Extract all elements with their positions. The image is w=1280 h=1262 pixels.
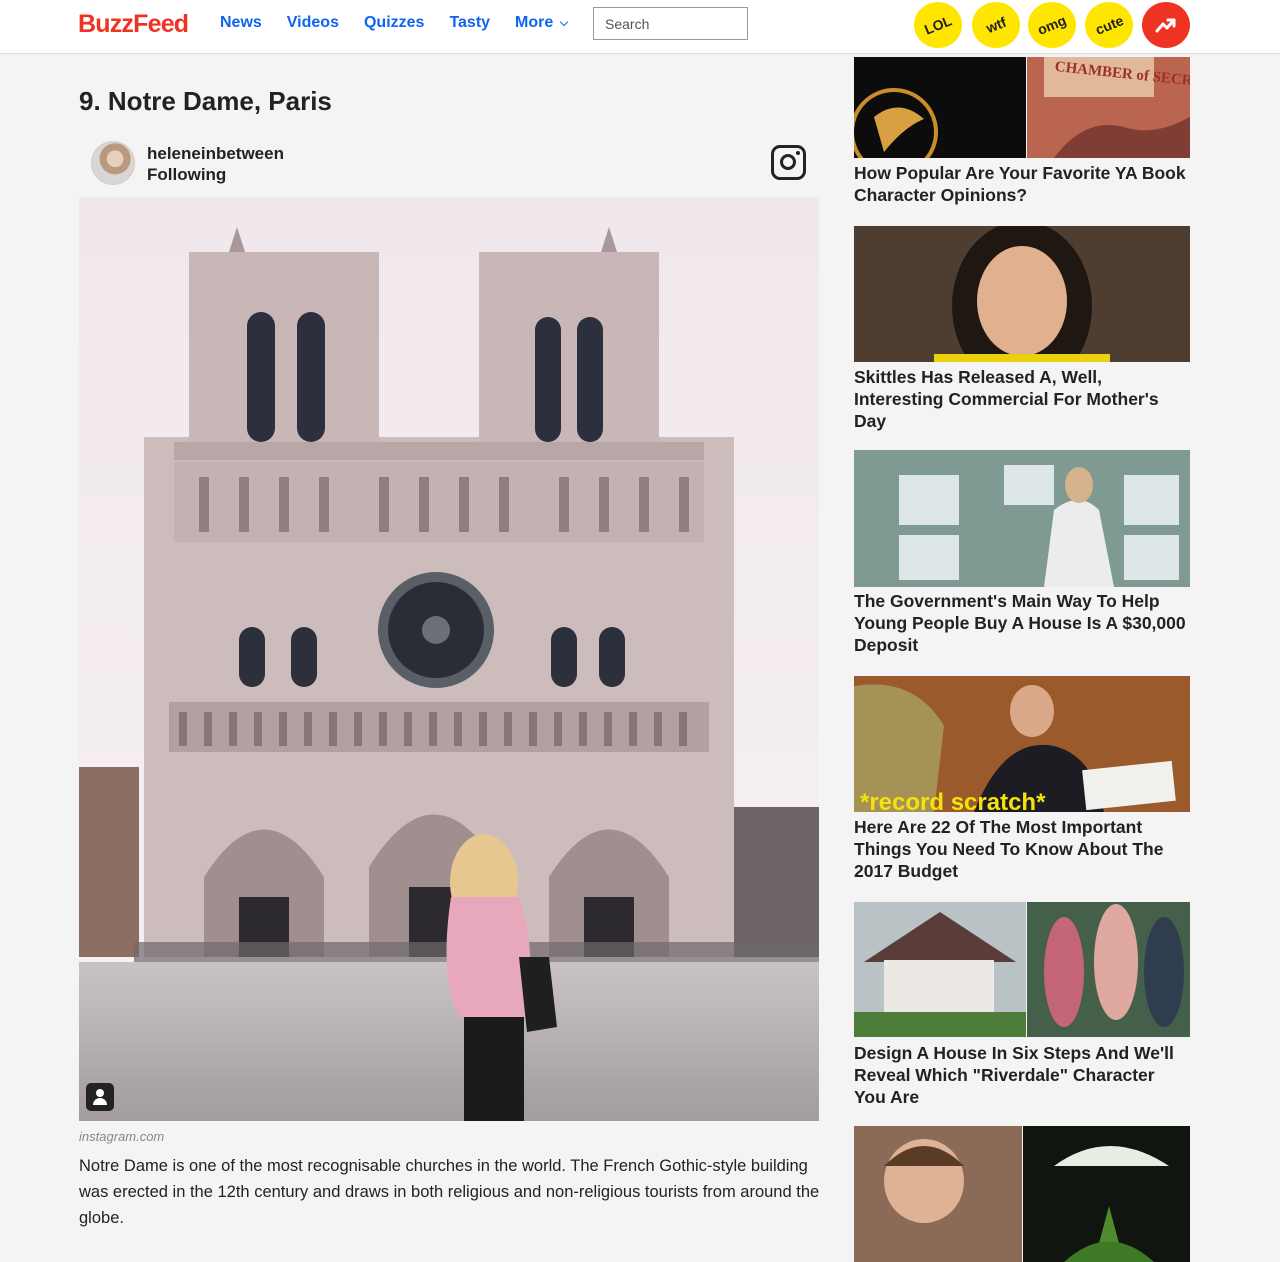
badge-wtf-label: wtf [983, 13, 1009, 37]
sidebar-item-2-title[interactable]: Skittles Has Released A, Well, Interesti… [854, 366, 1190, 432]
avatar[interactable] [91, 141, 135, 185]
user-tag-icon[interactable] [86, 1083, 114, 1111]
trending-arrow-icon [1155, 18, 1176, 33]
sidebar-thumb-2-image [854, 226, 1190, 362]
sidebar-thumb-3[interactable] [854, 450, 1190, 587]
notre-dame-illustration [79, 197, 819, 1121]
sidebar-thumb-6-image [854, 1126, 1190, 1262]
badge-lol-label: LOL [922, 12, 954, 38]
image-source-credit[interactable]: instagram.com [79, 1129, 164, 1144]
sidebar-thumb-5-image [854, 902, 1190, 1037]
sidebar-item-3-title[interactable]: The Government's Main Way To Help Young … [854, 590, 1190, 656]
sidebar-item-5-title[interactable]: Design A House In Six Steps And We'll Re… [854, 1042, 1190, 1108]
article-description: Notre Dame is one of the most recognisab… [79, 1157, 820, 1227]
sidebar-thumb-4-image: *record scratch* [854, 676, 1190, 812]
notre-dame-photo [79, 197, 819, 1121]
main-nav: News Videos Quizzes Tasty More [220, 14, 592, 32]
author-block: heleneinbetween Following [147, 143, 284, 185]
article-item-title: 9. Notre Dame, Paris [79, 86, 332, 116]
sidebar-thumb-2[interactable] [854, 226, 1190, 362]
sidebar-item-1-title[interactable]: How Popular Are Your Favorite YA Book Ch… [854, 162, 1190, 206]
search-input[interactable] [593, 7, 748, 40]
sidebar-thumb-1[interactable]: CHAMBER of SECRETS [854, 57, 1190, 158]
nav-tasty[interactable]: Tasty [449, 14, 490, 32]
badge-cute-label: cute [1092, 12, 1126, 38]
sidebar-thumb-4[interactable]: *record scratch* [854, 676, 1190, 812]
badge-omg-label: omg [1035, 12, 1069, 38]
sidebar-thumb-4-text: *record scratch* [860, 789, 1046, 812]
badge-wtf[interactable]: wtf [972, 2, 1020, 48]
trending-button[interactable] [1142, 2, 1190, 48]
nav-more-label: More [515, 14, 554, 31]
nav-news[interactable]: News [220, 14, 262, 32]
nav-videos[interactable]: Videos [287, 14, 339, 32]
nav-more[interactable]: More [515, 14, 569, 32]
sidebar-thumb-5[interactable] [854, 902, 1190, 1037]
chevron-down-icon [560, 17, 569, 26]
badge-lol[interactable]: LOL [914, 2, 962, 48]
author-name[interactable]: heleneinbetween [147, 143, 284, 164]
instagram-icon[interactable] [771, 145, 806, 180]
nav-quizzes[interactable]: Quizzes [364, 14, 424, 32]
buzzfeed-logo[interactable]: BuzzFeed [78, 10, 189, 39]
sidebar-thumb-1-image: CHAMBER of SECRETS [854, 57, 1190, 158]
author-follow-status[interactable]: Following [147, 164, 284, 185]
sidebar-item-4-title[interactable]: Here Are 22 Of The Most Important Things… [854, 816, 1190, 882]
site-header: BuzzFeed News Videos Quizzes Tasty More … [0, 0, 1280, 54]
sidebar-thumb-6[interactable] [854, 1126, 1190, 1262]
badge-omg[interactable]: omg [1028, 2, 1076, 48]
sidebar-thumb-3-image [854, 450, 1190, 587]
badge-cute[interactable]: cute [1085, 2, 1133, 48]
